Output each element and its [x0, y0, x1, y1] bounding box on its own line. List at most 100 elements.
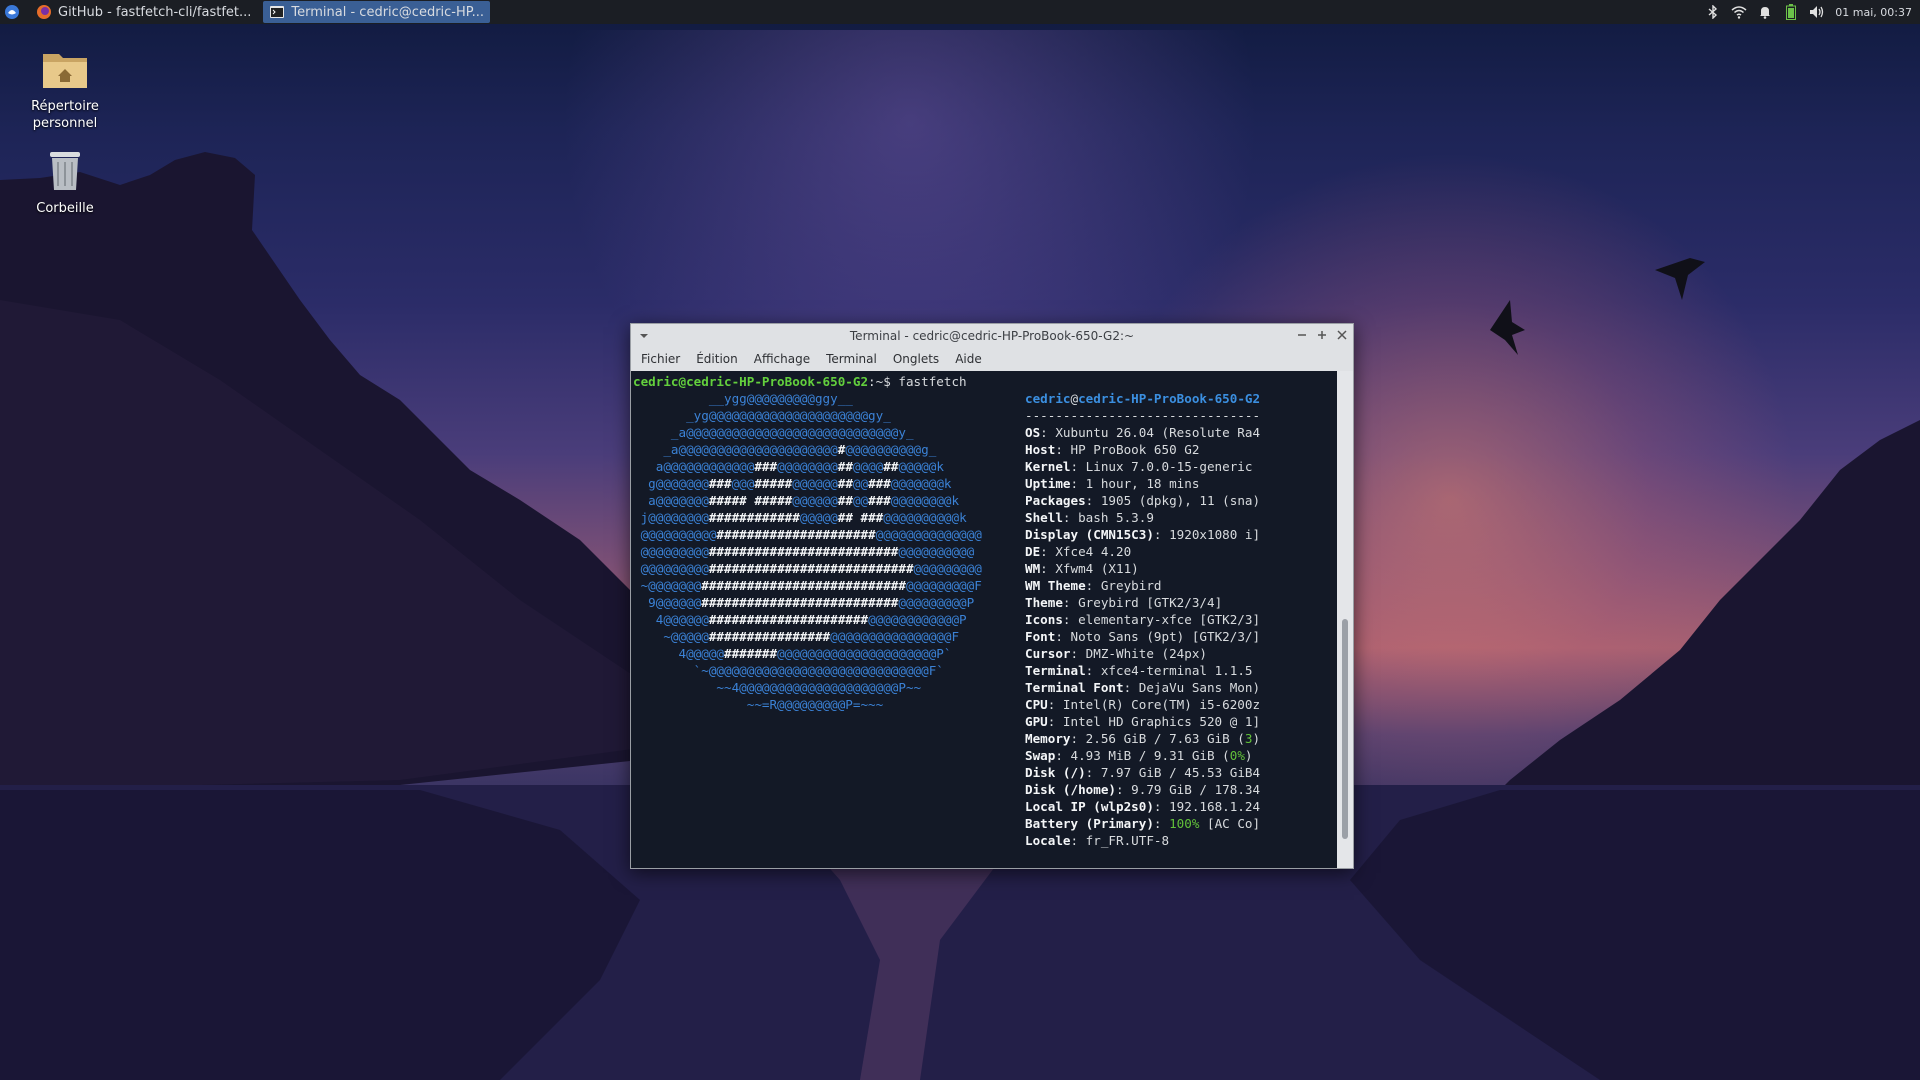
info-key: Battery (Primary) — [1025, 816, 1154, 831]
info-key: Host — [1025, 442, 1056, 457]
ascii-logo-line: a@@@@@@@##### #####@@@@@@##@@###@@@@@@@@… — [633, 493, 960, 508]
terminal-icon — [270, 6, 285, 18]
prompt-path: :~$ — [868, 374, 899, 389]
menu-edition[interactable]: Édition — [690, 352, 744, 366]
info-line: Theme: Greybird [GTK2/3/4] — [1025, 595, 1223, 610]
firefox-icon — [37, 5, 51, 19]
terminal-scrollbar[interactable] — [1337, 371, 1353, 868]
info-line: OS: Xubuntu 26.04 (Resolute Ra4 — [1025, 425, 1261, 440]
info-key: Packages — [1025, 493, 1086, 508]
xfce-mouse-icon — [5, 5, 19, 19]
info-key: Cursor — [1025, 646, 1071, 661]
home-folder-icon — [43, 54, 87, 88]
info-line: Disk (/home): 9.79 GiB / 178.34 — [1025, 782, 1261, 797]
info-line: GPU: Intel HD Graphics 520 @ 1] — [1025, 714, 1261, 729]
ascii-logo-line: g@@@@@@@###@@@#####@@@@@@##@@###@@@@@@@k — [633, 476, 952, 491]
close-icon[interactable] — [1337, 329, 1347, 343]
desktop-icon-label: Corbeille — [36, 201, 94, 216]
info-key: Terminal — [1025, 663, 1086, 678]
wifi-icon[interactable] — [1731, 4, 1747, 20]
ascii-logo-line: 4@@@@@#######@@@@@@@@@@@@@@@@@@@@@P` — [633, 646, 952, 661]
info-at: @ — [1070, 391, 1079, 406]
info-key: Kernel — [1025, 459, 1071, 474]
info-line: WM: Xfwm4 (X11) — [1025, 561, 1139, 576]
info-separator: ------------------------------- — [1025, 408, 1261, 423]
prompt-user: cedric@cedric-HP-ProBook-650-G2 — [633, 374, 869, 389]
ascii-logo-line: _a@@@@@@@@@@@@@@@@@@@@@@@@@@@@y_ — [633, 425, 914, 440]
ascii-logo-line: __ygg@@@@@@@@@ggy__ — [633, 391, 853, 406]
terminal-output[interactable]: cedric@cedric-HP-ProBook-650-G2:~$ fastf… — [631, 371, 1337, 868]
ascii-logo-line: ~@@@@@################@@@@@@@@@@@@@@@@F — [633, 629, 960, 644]
battery-icon[interactable] — [1783, 4, 1799, 20]
ascii-logo-line: _yg@@@@@@@@@@@@@@@@@@@@@gy_ — [633, 408, 891, 423]
info-key: DE — [1025, 544, 1041, 559]
info-key: Shell — [1025, 510, 1063, 525]
maximize-icon[interactable] — [1317, 329, 1327, 343]
info-line: Battery (Primary): 100% [AC Co] — [1025, 816, 1261, 831]
ascii-logo-line: _a@@@@@@@@@@@@@@@@@@@@@#@@@@@@@@@@g_ — [633, 442, 937, 457]
info-host: cedric-HP-ProBook-650-G2 — [1078, 391, 1261, 406]
info-line: Swap: 4.93 MiB / 9.31 GiB (0%) — [1025, 748, 1253, 763]
info-highlight: 3 — [1244, 731, 1253, 746]
info-key: Disk (/) — [1025, 765, 1086, 780]
ascii-logo-line: ~~=R@@@@@@@@@P=~~~ — [633, 697, 884, 712]
ascii-logo-line: 4@@@@@@#####################@@@@@@@@@@@@… — [633, 612, 967, 627]
info-key: Swap — [1025, 748, 1056, 763]
info-highlight: 0% — [1229, 748, 1245, 763]
taskbar-task-label: Terminal - cedric@cedric-HP... — [291, 4, 484, 20]
ascii-logo: __ygg@@@@@@@@@ggy__ _yg@@@@@@@@@@@@@@@@@… — [633, 390, 982, 713]
info-key: Terminal Font — [1025, 680, 1124, 695]
info-key: WM Theme — [1025, 578, 1086, 593]
info-key: WM — [1025, 561, 1041, 576]
ascii-logo-line: @@@@@@@@@###########################@@@@… — [633, 561, 982, 576]
clock[interactable]: 01 mai, 00:37 — [1835, 6, 1912, 19]
info-line: Host: HP ProBook 650 G2 — [1025, 442, 1200, 457]
minimize-icon[interactable] — [1297, 329, 1307, 343]
ascii-logo-line: ~~4@@@@@@@@@@@@@@@@@@@@@P~~ — [633, 680, 922, 695]
taskbar-task-label: GitHub - fastfetch-cli/fastfet... — [58, 4, 252, 20]
info-key: CPU — [1025, 697, 1048, 712]
system-info: cedric@cedric-HP-ProBook-650-G2 --------… — [1025, 390, 1260, 849]
info-line: Terminal: xfce4-terminal 1.1.5 — [1025, 663, 1253, 678]
info-key: GPU — [1025, 714, 1048, 729]
info-key: Memory — [1025, 731, 1071, 746]
info-highlight: 100% — [1169, 816, 1200, 831]
info-line: WM Theme: Greybird — [1025, 578, 1162, 593]
info-key: Font — [1025, 629, 1056, 644]
menu-affichage[interactable]: Affichage — [748, 352, 816, 366]
info-line: Uptime: 1 hour, 18 mins — [1025, 476, 1200, 491]
info-key: Disk (/home) — [1025, 782, 1116, 797]
info-key: Local IP (wlp2s0) — [1025, 799, 1154, 814]
notification-bell-icon[interactable] — [1757, 4, 1773, 20]
ascii-logo-line: @@@@@@@@@@#####################@@@@@@@@@… — [633, 527, 982, 542]
taskbar-task-terminal[interactable]: Terminal - cedric@cedric-HP... — [263, 1, 490, 23]
info-user: cedric — [1025, 391, 1071, 406]
trash-icon — [50, 152, 80, 190]
window-titlebar[interactable]: Terminal - cedric@cedric-HP-ProBook-650-… — [631, 324, 1353, 348]
desktop-icon-home[interactable]: Répertoire personnel — [15, 48, 115, 132]
top-panel: GitHub - fastfetch-cli/fastfet... Termin… — [0, 0, 1920, 24]
volume-icon[interactable] — [1809, 4, 1825, 20]
menu-aide[interactable]: Aide — [949, 352, 988, 366]
ascii-logo-line: a@@@@@@@@@@@@###@@@@@@@@##@@@@##@@@@@k — [633, 459, 944, 474]
info-line: Packages: 1905 (dpkg), 11 (sna) — [1025, 493, 1261, 508]
info-key: Icons — [1025, 612, 1063, 627]
info-line: Font: Noto Sans (9pt) [GTK2/3/] — [1025, 629, 1261, 644]
info-key: Locale — [1025, 833, 1071, 848]
taskbar-task-firefox[interactable]: GitHub - fastfetch-cli/fastfet... — [30, 1, 257, 23]
menu-onglets[interactable]: Onglets — [887, 352, 945, 366]
terminal-window[interactable]: Terminal - cedric@cedric-HP-ProBook-650-… — [630, 323, 1354, 869]
desktop-icon-trash[interactable]: Corbeille — [15, 148, 115, 217]
window-title: Terminal - cedric@cedric-HP-ProBook-650-… — [849, 329, 1135, 343]
command-text: fastfetch — [898, 374, 967, 389]
prompt-line: cedric@cedric-HP-ProBook-650-G2:~$ fastf… — [633, 373, 967, 390]
menu-terminal[interactable]: Terminal — [820, 352, 883, 366]
info-key: Display (CMN15C3) — [1025, 527, 1154, 542]
bluetooth-icon[interactable] — [1705, 4, 1721, 20]
menu-fichier[interactable]: Fichier — [635, 352, 686, 366]
info-line: Cursor: DMZ-White (24px) — [1025, 646, 1207, 661]
scrollbar-thumb[interactable] — [1342, 619, 1348, 839]
desktop-icon-label: Répertoire personnel — [31, 99, 99, 131]
whisker-menu-button[interactable] — [0, 0, 24, 24]
ascii-logo-line: ~@@@@@@@###########################@@@@@… — [633, 578, 982, 593]
